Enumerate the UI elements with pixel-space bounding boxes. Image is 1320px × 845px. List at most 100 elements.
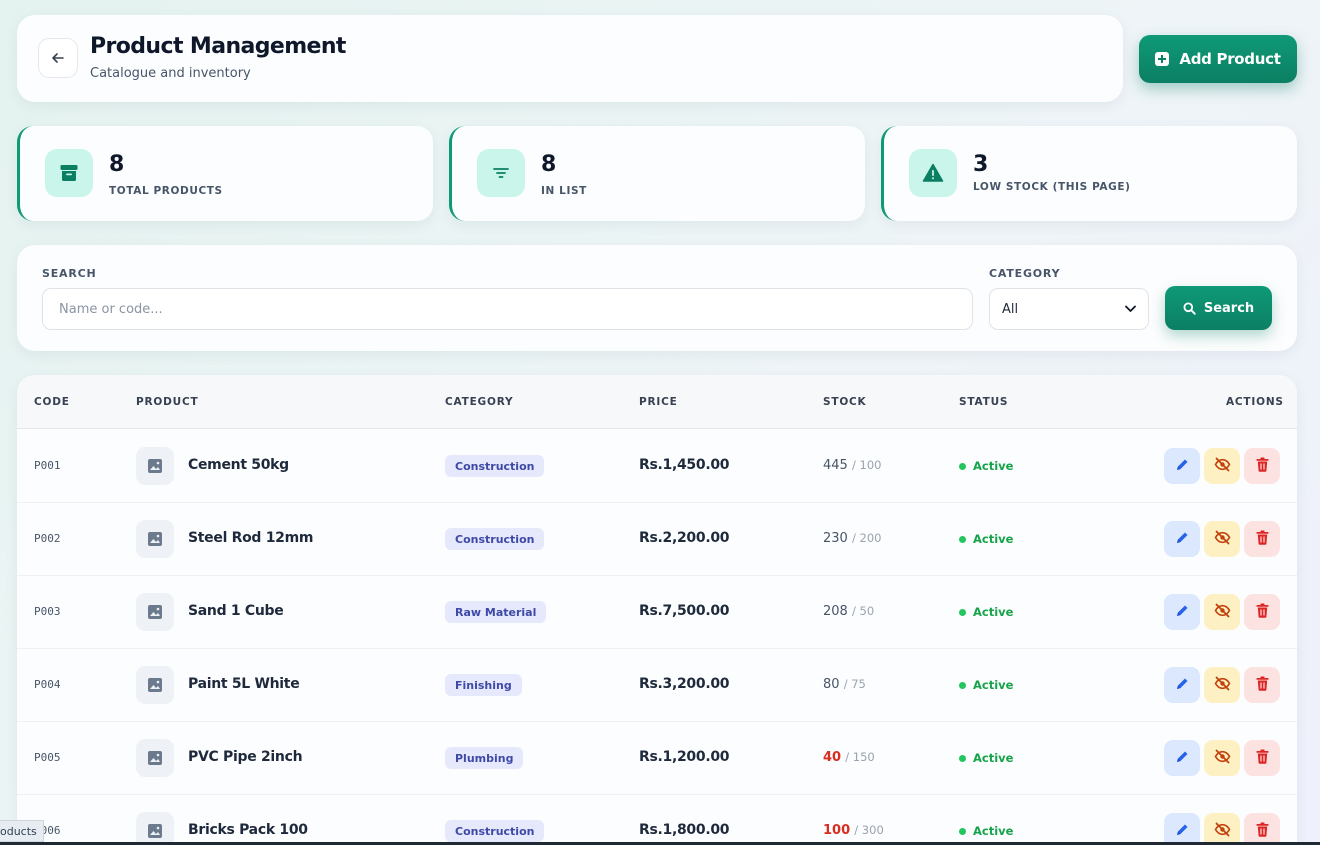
delete-button[interactable] bbox=[1244, 813, 1280, 845]
status-badge: Active bbox=[959, 751, 1013, 765]
eye-off-icon bbox=[1214, 457, 1231, 476]
stock-cell: 100 / 300 bbox=[823, 823, 884, 838]
hide-button[interactable] bbox=[1204, 521, 1240, 557]
edit-button[interactable] bbox=[1164, 667, 1200, 703]
column-header-price[interactable]: PRICE bbox=[639, 396, 678, 408]
hide-button[interactable] bbox=[1204, 448, 1240, 484]
column-header-code[interactable]: CODE bbox=[34, 396, 70, 408]
table-row[interactable]: P002 Steel Rod 12mm Construction Rs.2,200.0… bbox=[17, 503, 1297, 576]
stock-current: 208 bbox=[823, 604, 848, 619]
category-label: CATEGORY bbox=[989, 267, 1061, 280]
table-row[interactable]: P005 PVC Pipe 2inch Plumbing Rs.1,200.00 40 … bbox=[17, 722, 1297, 795]
bottom-tab[interactable]: oducts bbox=[0, 820, 44, 842]
delete-button[interactable] bbox=[1244, 594, 1280, 630]
status-badge: Active bbox=[959, 605, 1013, 619]
product-name: Steel Rod 12mm bbox=[188, 530, 314, 546]
product-price: Rs.7,500.00 bbox=[639, 603, 730, 619]
product-price: Rs.1,200.00 bbox=[639, 749, 730, 765]
product-code: P005 bbox=[34, 751, 61, 764]
table-row[interactable]: P006 Bricks Pack 100 Construction Rs.1,800.… bbox=[17, 795, 1297, 845]
stock-current: 80 bbox=[823, 677, 840, 692]
status-text: Active bbox=[973, 678, 1014, 692]
edit-button[interactable] bbox=[1164, 448, 1200, 484]
image-placeholder-icon bbox=[136, 666, 174, 704]
product-code: P003 bbox=[34, 605, 61, 618]
warning-icon bbox=[909, 149, 957, 197]
add-product-label: Add Product bbox=[1179, 50, 1281, 68]
edit-button[interactable] bbox=[1164, 740, 1200, 776]
stat-card-low-stock: 3 LOW STOCK (THIS PAGE) bbox=[881, 126, 1297, 221]
product-price: Rs.2,200.00 bbox=[639, 530, 730, 546]
status-dot-icon bbox=[959, 462, 966, 470]
back-button[interactable] bbox=[38, 38, 78, 78]
column-header-product[interactable]: PRODUCT bbox=[136, 396, 198, 408]
product-price: Rs.1,450.00 bbox=[639, 457, 730, 473]
page-subtitle: Catalogue and inventory bbox=[90, 66, 251, 81]
status-text: Active bbox=[973, 751, 1014, 765]
status-text: Active bbox=[973, 605, 1014, 619]
arrow-left-icon bbox=[52, 53, 64, 63]
category-badge: Finishing bbox=[445, 674, 522, 696]
table-row[interactable]: P003 Sand 1 Cube Raw Material Rs.7,500.00 20… bbox=[17, 576, 1297, 649]
image-placeholder-icon bbox=[136, 520, 174, 558]
pencil-icon bbox=[1175, 530, 1190, 549]
product-name: Paint 5L White bbox=[188, 676, 300, 692]
hide-button[interactable] bbox=[1204, 594, 1240, 630]
product-name: PVC Pipe 2inch bbox=[188, 749, 303, 765]
stock-cell: 40 / 150 bbox=[823, 750, 875, 765]
category-select[interactable]: All bbox=[989, 288, 1149, 330]
category-badge: Construction bbox=[445, 820, 545, 842]
status-dot-icon bbox=[959, 681, 966, 689]
table-row[interactable]: P004 Paint 5L White Finishing Rs.3,200.00 80… bbox=[17, 649, 1297, 722]
column-header-stock[interactable]: STOCK bbox=[823, 396, 867, 408]
delete-button[interactable] bbox=[1244, 740, 1280, 776]
search-button[interactable]: Search bbox=[1165, 286, 1272, 330]
delete-button[interactable] bbox=[1244, 667, 1280, 703]
delete-button[interactable] bbox=[1244, 448, 1280, 484]
status-badge: Active bbox=[959, 824, 1013, 838]
page-title: Product Management bbox=[90, 34, 346, 59]
eye-off-icon bbox=[1214, 603, 1231, 622]
pencil-icon bbox=[1175, 822, 1190, 841]
hide-button[interactable] bbox=[1204, 740, 1240, 776]
delete-button[interactable] bbox=[1244, 521, 1280, 557]
trash-icon bbox=[1256, 749, 1269, 768]
stat-card-total: 8 TOTAL PRODUCTS bbox=[17, 126, 433, 221]
category-badge: Construction bbox=[445, 455, 545, 477]
hide-button[interactable] bbox=[1204, 667, 1240, 703]
page-header: Product Management Catalogue and invento… bbox=[17, 15, 1123, 102]
column-header-status[interactable]: STATUS bbox=[959, 396, 1008, 408]
eye-off-icon bbox=[1214, 749, 1231, 768]
search-input[interactable] bbox=[42, 288, 973, 330]
stock-minimum: / 200 bbox=[851, 531, 882, 545]
column-header-category[interactable]: CATEGORY bbox=[445, 396, 513, 408]
stock-minimum: / 150 bbox=[845, 750, 875, 764]
status-dot-icon bbox=[959, 827, 966, 835]
pencil-icon bbox=[1175, 749, 1190, 768]
stock-minimum: / 100 bbox=[851, 458, 882, 472]
stock-cell: 445 / 100 bbox=[823, 458, 881, 473]
search-button-label: Search bbox=[1203, 300, 1255, 316]
stock-cell: 208 / 50 bbox=[823, 604, 874, 619]
status-dot-icon bbox=[959, 535, 966, 543]
edit-button[interactable] bbox=[1164, 594, 1200, 630]
trash-icon bbox=[1256, 530, 1269, 549]
category-badge: Construction bbox=[445, 528, 545, 550]
stock-minimum: / 75 bbox=[843, 677, 866, 691]
stat-card-in-list: 8 IN LIST bbox=[449, 126, 865, 221]
search-icon bbox=[1183, 302, 1196, 315]
add-product-button[interactable]: Add Product bbox=[1139, 35, 1297, 83]
hide-button[interactable] bbox=[1204, 813, 1240, 845]
pencil-icon bbox=[1175, 603, 1190, 622]
stock-minimum: / 50 bbox=[851, 604, 875, 618]
product-price: Rs.1,800.00 bbox=[639, 822, 730, 838]
edit-button[interactable] bbox=[1164, 813, 1200, 845]
eye-off-icon bbox=[1214, 530, 1231, 549]
status-badge: Active bbox=[959, 459, 1013, 473]
edit-button[interactable] bbox=[1164, 521, 1200, 557]
table-row[interactable]: P001 Cement 50kg Construction Rs.1,450.00 44… bbox=[17, 430, 1297, 503]
stat-label: TOTAL PRODUCTS bbox=[109, 185, 223, 197]
status-dot-icon bbox=[959, 608, 966, 616]
pencil-icon bbox=[1175, 457, 1190, 476]
stock-current: 40 bbox=[823, 750, 842, 765]
